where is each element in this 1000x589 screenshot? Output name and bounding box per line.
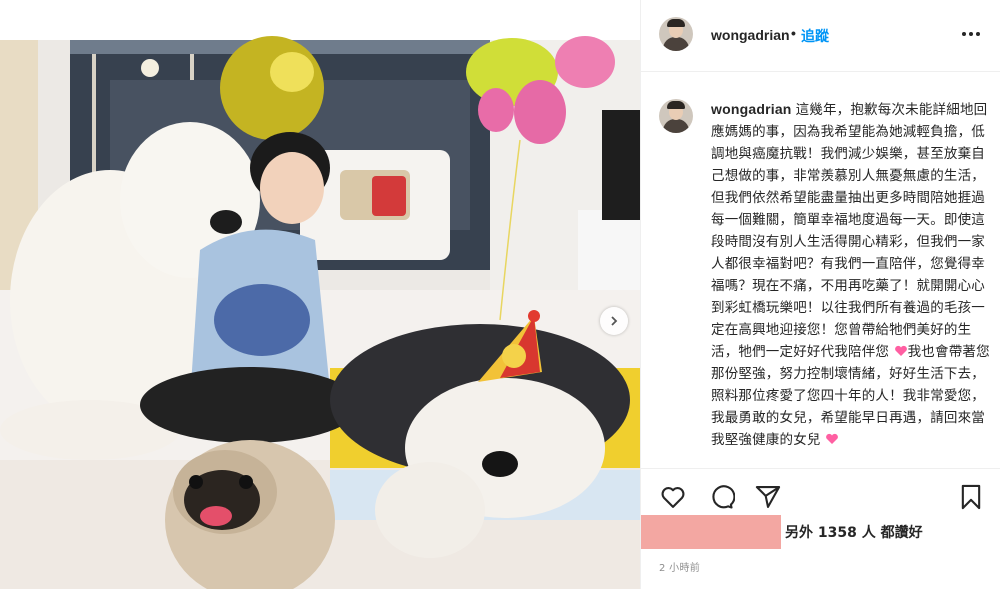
chevron-right-icon: [611, 316, 618, 326]
next-photo-button[interactable]: [600, 307, 628, 335]
post-sidebar: wongadrian • 追蹤 wongadrian 這幾年，抱歉每次未能詳細地回…: [640, 0, 1000, 589]
paper-plane-icon[interactable]: [754, 483, 782, 511]
username[interactable]: wongadrian: [711, 27, 790, 43]
party-dogs-image: [0, 0, 640, 589]
more-options-icon[interactable]: [959, 22, 983, 46]
likes-row: 另外 1358 人 都讚好: [641, 515, 1000, 549]
comment-icon[interactable]: [707, 483, 736, 511]
post-actions: 另外 1358 人 都讚好 2 小時前: [641, 468, 1000, 589]
caption-text: 這幾年，抱歉每次未能詳細地回應媽媽的事，因為我希望能為她減輕負擔，低調地與癌魔抗…: [711, 102, 988, 360]
caption-area: wongadrian 這幾年，抱歉每次未能詳細地回應媽媽的事，因為我希望能為她減輕…: [641, 73, 1000, 468]
caption-avatar[interactable]: [659, 99, 693, 133]
post-photo[interactable]: [0, 0, 640, 589]
follow-button[interactable]: 追蹤: [801, 26, 829, 46]
avatar[interactable]: [659, 17, 693, 51]
timestamp[interactable]: 2 小時前: [659, 559, 700, 574]
bookmark-icon[interactable]: [957, 483, 985, 511]
pink-heart-emoji-icon: [894, 345, 907, 356]
caption-username[interactable]: wongadrian: [711, 101, 792, 117]
post-header: wongadrian • 追蹤: [641, 0, 1000, 72]
heart-icon[interactable]: [659, 483, 687, 511]
separator-dot: •: [791, 25, 796, 41]
likes-count[interactable]: 另外 1358 人 都讚好: [785, 522, 923, 542]
caption: wongadrian 這幾年，抱歉每次未能詳細地回應媽媽的事，因為我希望能為她減輕…: [711, 98, 993, 451]
pink-heart-emoji-icon: [826, 433, 838, 444]
redaction-box: [641, 515, 781, 549]
